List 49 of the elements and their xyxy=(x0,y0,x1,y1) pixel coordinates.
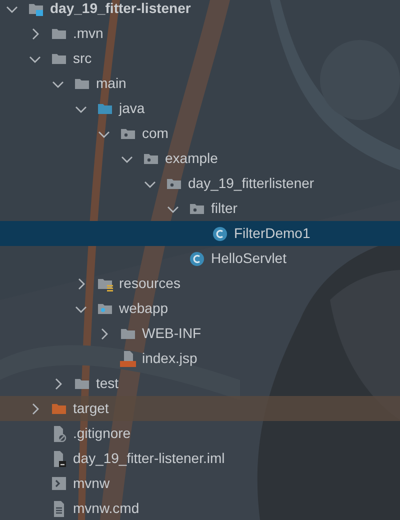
tree-item[interactable]: day_19_fitterlistener xyxy=(0,171,400,196)
tree-item[interactable]: target xyxy=(0,396,400,421)
item-label: example xyxy=(165,149,218,168)
class-icon xyxy=(189,250,205,266)
tree-item[interactable]: mvnw.cmd xyxy=(0,496,400,520)
item-label: src xyxy=(73,49,92,68)
item-label: resources xyxy=(119,274,180,293)
item-label: com xyxy=(142,124,168,143)
item-label: .gitignore xyxy=(73,424,131,443)
class-icon xyxy=(212,226,228,242)
item-label: test xyxy=(96,374,119,393)
module-file-icon xyxy=(51,450,67,466)
item-label: day_19_fitter-listener xyxy=(50,0,191,18)
tree-item[interactable]: example xyxy=(0,146,400,171)
item-label: filter xyxy=(211,199,238,218)
item-label: webapp xyxy=(119,299,168,318)
tree-item[interactable]: com xyxy=(0,121,400,146)
tree-item[interactable]: day_19_fitter-listener xyxy=(0,0,400,21)
text-file-icon xyxy=(51,500,67,516)
tree-item[interactable]: index.jsp xyxy=(0,346,400,371)
item-label: day_19_fitter-listener.iml xyxy=(73,449,225,468)
tree-item[interactable]: main xyxy=(0,71,400,96)
tree-item[interactable]: webapp xyxy=(0,296,400,321)
tree-item[interactable]: mvnw xyxy=(0,471,400,496)
tree-item[interactable]: filter xyxy=(0,196,400,221)
item-label: WEB-INF xyxy=(142,324,202,343)
tree-item[interactable]: test xyxy=(0,371,400,396)
item-label: mvnw.cmd xyxy=(73,499,140,518)
item-label: .mvn xyxy=(73,24,104,43)
tree-item[interactable]: .mvn xyxy=(0,21,400,46)
item-label: HelloServlet xyxy=(211,249,286,268)
tree-item[interactable]: day_19_fitter-listener.iml xyxy=(0,446,400,471)
terminal-file-icon xyxy=(51,476,67,492)
ignored-file-icon xyxy=(51,426,67,442)
tree-item[interactable]: FilterDemo1 xyxy=(0,221,400,246)
tree-item[interactable]: WEB-INF xyxy=(0,321,400,346)
item-label: FilterDemo1 xyxy=(234,224,310,243)
tree-item[interactable]: java xyxy=(0,96,400,121)
tree-item[interactable]: HelloServlet xyxy=(0,246,400,271)
tree-item[interactable]: .gitignore xyxy=(0,421,400,446)
tree-item[interactable]: resources xyxy=(0,271,400,296)
item-label: day_19_fitterlistener xyxy=(188,174,314,193)
item-label: mvnw xyxy=(73,474,110,493)
item-label: java xyxy=(119,99,145,118)
tree-item[interactable]: src xyxy=(0,46,400,71)
item-label: index.jsp xyxy=(142,349,198,368)
item-label: main xyxy=(96,74,126,93)
jsp-file-icon xyxy=(120,350,136,366)
item-label: target xyxy=(73,399,109,418)
